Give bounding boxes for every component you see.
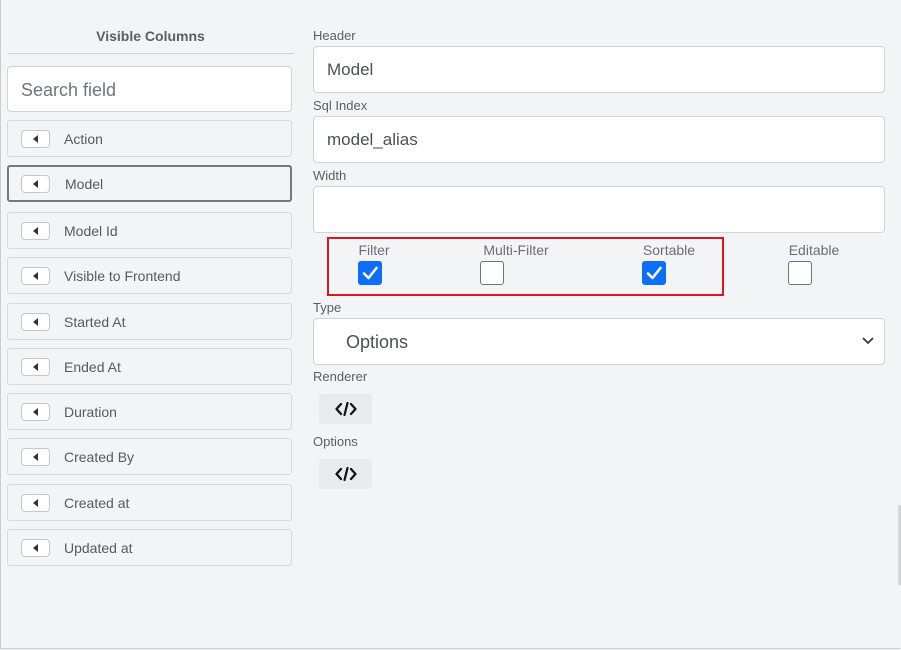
column-item[interactable]: Created By (7, 438, 292, 475)
check-icon (646, 266, 662, 280)
caret-left-icon (33, 318, 38, 326)
sortable-option: Sortable (634, 242, 704, 258)
column-item[interactable]: Ended At (7, 348, 292, 385)
caret-left-icon (33, 135, 38, 143)
multi-filter-label: Multi-Filter (483, 242, 549, 258)
filter-option: Filter (350, 242, 398, 258)
column-item[interactable]: Updated at (7, 529, 292, 566)
code-icon (335, 402, 357, 416)
visible-columns-title: Visible Columns (96, 28, 205, 44)
column-item[interactable]: Created at (7, 484, 292, 521)
filter-label: Filter (358, 242, 390, 258)
options-label: Options (313, 434, 358, 449)
move-column-button[interactable] (21, 313, 50, 331)
column-item-label: Action (64, 131, 103, 147)
header-label: Header (313, 28, 356, 43)
editable-checkbox[interactable] (788, 261, 812, 285)
column-item-label: Started At (64, 314, 126, 330)
move-column-button[interactable] (21, 358, 50, 376)
type-label: Type (313, 300, 342, 315)
header-input[interactable]: Model (313, 46, 885, 93)
move-column-button[interactable] (21, 494, 50, 512)
caret-left-icon (33, 180, 38, 188)
editable-label: Editable (788, 242, 840, 258)
search-field-input[interactable]: Search field (7, 66, 292, 112)
caret-left-icon (33, 272, 38, 280)
caret-left-icon (33, 499, 38, 507)
type-select[interactable]: Options (313, 318, 885, 365)
caret-left-icon (33, 544, 38, 552)
move-column-button[interactable] (21, 403, 50, 421)
move-column-button[interactable] (21, 175, 50, 193)
width-label: Width (313, 168, 347, 183)
type-select-value: Options (346, 332, 409, 352)
column-item[interactable]: Action (7, 120, 292, 157)
sortable-label: Sortable (642, 242, 696, 258)
renderer-label: Renderer (313, 369, 368, 384)
filter-checkbox[interactable] (358, 261, 382, 285)
caret-left-icon (33, 453, 38, 461)
sql-index-input[interactable]: model_alias (313, 116, 885, 163)
renderer-code-button[interactable] (319, 394, 372, 424)
multi-filter-option: Multi-Filter (471, 242, 561, 258)
column-item[interactable]: Model (7, 165, 292, 202)
column-item-label: Created By (64, 449, 135, 465)
column-item-label: Duration (64, 404, 117, 420)
column-item-label: Created at (64, 495, 130, 511)
options-code-button[interactable] (319, 459, 372, 489)
sql-index-label: Sql Index (313, 98, 368, 113)
sortable-checkbox[interactable] (642, 261, 666, 285)
title-divider (7, 53, 294, 54)
move-column-button[interactable] (21, 222, 50, 240)
column-item-label: Visible to Frontend (64, 268, 181, 284)
column-item-label: Model (65, 176, 104, 192)
caret-left-icon (33, 408, 38, 416)
check-icon (362, 266, 378, 280)
editable-option: Editable (781, 242, 847, 258)
column-item-label: Ended At (64, 359, 121, 375)
width-input[interactable] (313, 186, 885, 233)
multi-filter-checkbox[interactable] (480, 261, 504, 285)
column-item-label: Updated at (64, 540, 133, 556)
caret-left-icon (33, 227, 38, 235)
column-item[interactable]: Started At (7, 303, 292, 340)
column-item-label: Model Id (64, 223, 118, 239)
column-item[interactable]: Duration (7, 393, 292, 430)
move-column-button[interactable] (21, 539, 50, 557)
code-icon (335, 467, 357, 481)
caret-left-icon (33, 363, 38, 371)
move-column-button[interactable] (21, 267, 50, 285)
column-item[interactable]: Visible to Frontend (7, 257, 292, 294)
move-column-button[interactable] (21, 448, 50, 466)
column-item[interactable]: Model Id (7, 212, 292, 249)
chevron-down-icon (862, 337, 874, 344)
move-column-button[interactable] (21, 130, 50, 148)
